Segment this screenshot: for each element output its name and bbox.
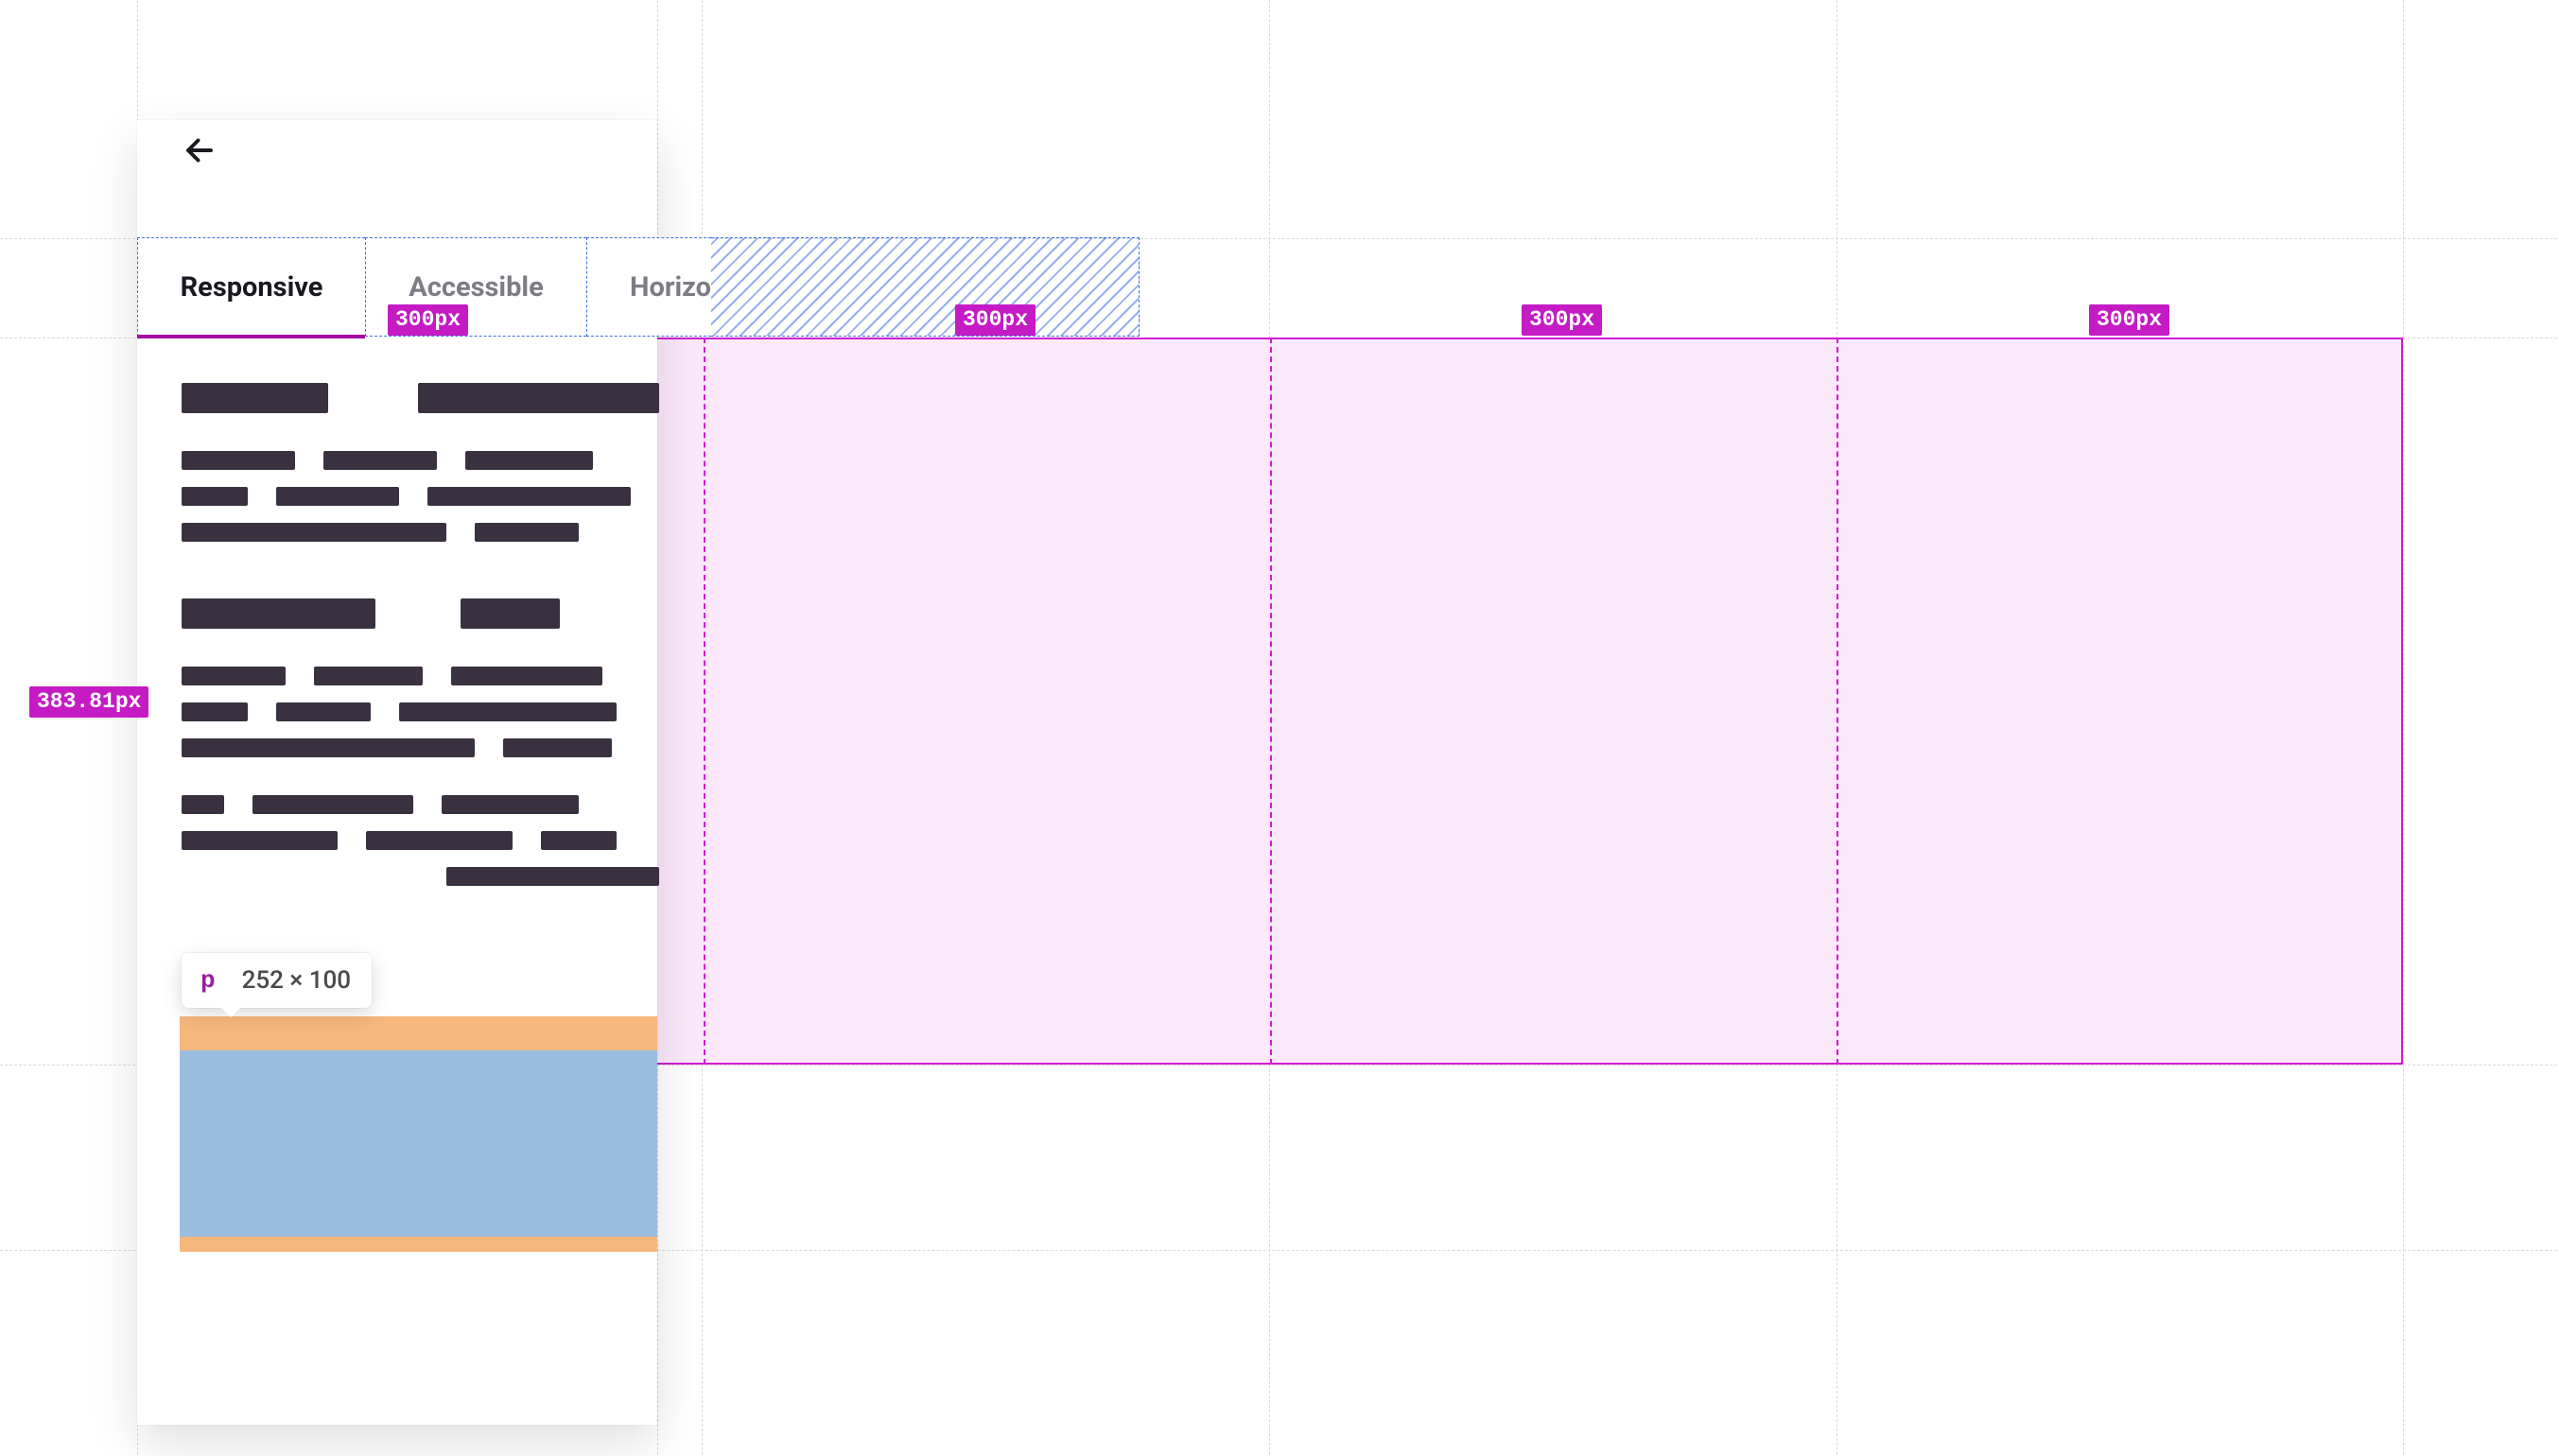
redacted-heading xyxy=(182,383,328,413)
column-width-badge: 300px xyxy=(2089,304,2169,336)
content-section xyxy=(182,383,659,542)
tab-responsive[interactable]: Responsive xyxy=(137,237,365,337)
redacted-text xyxy=(182,795,224,814)
redacted-text xyxy=(182,831,338,850)
element-tooltip: p 252 × 100 xyxy=(182,953,372,1008)
redacted-text xyxy=(451,667,602,685)
redacted-text xyxy=(276,487,399,506)
grid-column-separator xyxy=(704,338,705,1065)
redacted-text xyxy=(399,702,617,721)
tooltip-tag: p xyxy=(200,966,216,995)
back-arrow-icon[interactable] xyxy=(183,133,217,173)
content-section xyxy=(182,598,659,886)
redacted-heading xyxy=(182,598,375,629)
guide-vertical xyxy=(2403,0,2404,1456)
box-model-margin xyxy=(180,1237,657,1252)
redacted-text xyxy=(541,831,617,850)
redacted-text xyxy=(276,702,371,721)
redacted-text xyxy=(446,867,659,886)
box-model-margin xyxy=(180,1016,657,1050)
redacted-text xyxy=(427,487,631,506)
tab-label: Responsive xyxy=(181,271,323,303)
column-content xyxy=(182,383,659,886)
box-model-content xyxy=(180,1050,657,1237)
redacted-text xyxy=(182,702,248,721)
box-model-overlay xyxy=(180,1016,657,1252)
redacted-heading xyxy=(418,383,659,413)
column-width-badge: 300px xyxy=(388,304,468,336)
tab-active-underline xyxy=(137,335,365,338)
redacted-text xyxy=(314,667,423,685)
tab-horizontal[interactable]: Horizontal xyxy=(586,237,711,337)
redacted-text xyxy=(366,831,513,850)
redacted-text xyxy=(465,451,593,470)
redacted-text xyxy=(182,667,286,685)
device-header xyxy=(137,120,657,186)
redacted-text xyxy=(475,523,579,542)
redacted-text xyxy=(182,523,446,542)
column-width-badge: 300px xyxy=(1522,304,1602,336)
tab-label: Horizontal xyxy=(630,271,711,303)
redacted-text xyxy=(252,795,413,814)
redacted-text xyxy=(442,795,579,814)
redacted-text xyxy=(182,738,475,757)
column-width-badge: 300px xyxy=(955,304,1036,336)
redacted-text xyxy=(503,738,612,757)
grid-height-badge: 383.81px xyxy=(29,686,148,718)
redacted-text xyxy=(323,451,437,470)
grid-column-separator xyxy=(1270,338,1272,1065)
redacted-text xyxy=(182,487,248,506)
grid-column-separator xyxy=(1837,338,1838,1065)
redacted-text xyxy=(182,451,295,470)
tooltip-dimensions: 252 × 100 xyxy=(242,966,351,995)
tab-label: Accessible xyxy=(409,271,543,303)
redacted-heading xyxy=(461,598,560,629)
